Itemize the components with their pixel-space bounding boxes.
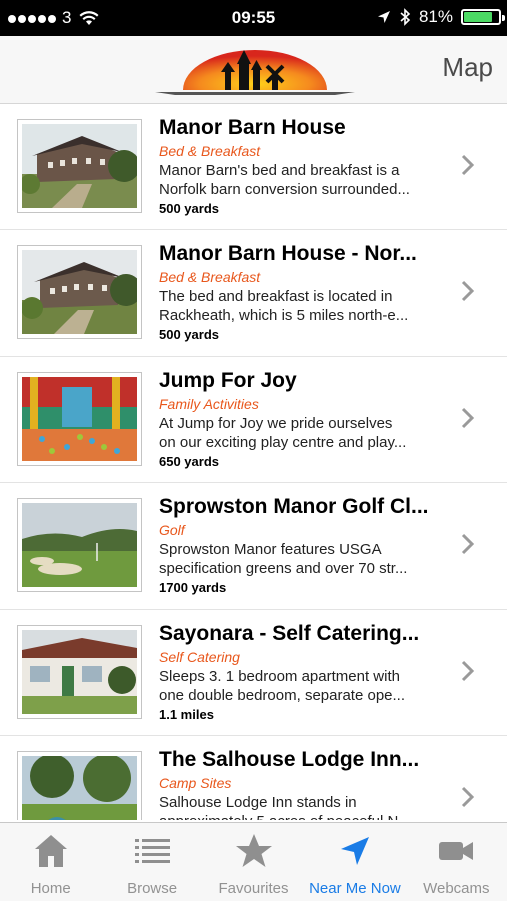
tab-near-me-now[interactable]: Near Me Now [304, 823, 405, 901]
tab-webcams[interactable]: Webcams [406, 823, 507, 901]
chevron-right-icon [461, 786, 475, 808]
listing-category: Self Catering [159, 648, 240, 665]
chevron-right-icon [461, 534, 475, 555]
list-item[interactable]: Manor Barn House Bed & Breakfast Manor B… [0, 104, 507, 231]
status-bar: 3 09:55 81% [0, 0, 507, 36]
chevron-right-icon [461, 407, 475, 428]
battery-icon [461, 9, 505, 25]
listing-description: At Jump for Joy we pride ourselves on our… [159, 414, 407, 451]
star-icon [235, 834, 272, 867]
tab-label: Favourites [218, 880, 289, 897]
listing-title: Manor Barn House [159, 116, 346, 139]
map-button[interactable]: Map [442, 52, 493, 83]
listing-thumbnail [17, 371, 142, 466]
bluetooth-icon [400, 8, 411, 26]
tab-browse[interactable]: Browse [101, 823, 202, 901]
navigation-bar: Map [0, 36, 507, 104]
home-icon [34, 835, 67, 867]
tab-label: Home [30, 880, 71, 897]
listing-title: Sprowston Manor Golf Cl... [159, 495, 429, 519]
listing-description: The bed and breakfast is located in Rackh… [159, 288, 409, 325]
tab-label: Webcams [423, 880, 490, 897]
listing-description: Salhouse Lodge Inn stands inapproximatel… [159, 793, 411, 820]
listing-category: Bed & Breakfast [159, 143, 261, 159]
listing-distance: 1700 yards [159, 580, 227, 596]
listing-distance: 650 yards [159, 453, 219, 469]
location-services-icon [377, 11, 390, 23]
chevron-right-icon [461, 154, 475, 176]
listing-distance: 1.1 miles [159, 706, 214, 722]
listing-distance: 500 yards [159, 201, 219, 216]
tab-bar: Home Browse Favourites Near Me Now Webca… [0, 822, 507, 901]
listing-thumbnail [17, 245, 142, 340]
app-logo [155, 50, 355, 95]
tab-favourites[interactable]: Favourites [203, 823, 304, 901]
tab-label: Browse [127, 880, 178, 897]
chevron-right-icon [461, 281, 475, 302]
listing-title: Jump For Joy [159, 368, 297, 392]
listing-category: Bed & Breakfast [159, 269, 261, 286]
listing-list: Manor Barn House Bed & Breakfast Manor B… [0, 104, 507, 820]
listing-thumbnail [17, 750, 142, 820]
listing-title: Sayonara - Self Catering... [159, 621, 420, 645]
location-arrow-icon [340, 837, 369, 865]
list-item[interactable]: Manor Barn House - Nor... Bed & Breakfas… [0, 230, 507, 357]
tab-label: Near Me Now [309, 880, 401, 897]
chevron-right-icon [461, 660, 475, 681]
list-icon [135, 839, 171, 863]
listing-thumbnail [17, 119, 142, 213]
listing-description: Sprowston Manor features USGA specificati… [159, 541, 408, 578]
listing-title: The Salhouse Lodge Inn... [159, 747, 420, 771]
listing-description: Sleeps 3. 1 bedroom apartment with one do… [159, 667, 406, 704]
battery-percent: 81% [418, 7, 453, 26]
listing-category: Camp Sites [159, 774, 232, 791]
tab-home[interactable]: Home [0, 823, 101, 901]
listing-thumbnail [17, 498, 142, 593]
list-item[interactable]: The Salhouse Lodge Inn... Camp Sites Sal… [0, 736, 507, 820]
listing-category: Family Activities [159, 395, 259, 412]
listing-category: Golf [159, 522, 185, 539]
list-item[interactable]: Sayonara - Self Catering... Self Caterin… [0, 610, 507, 736]
listing-distance: 500 yards [159, 327, 219, 343]
list-item[interactable]: Sprowston Manor Golf Cl... Golf Sprowsto… [0, 483, 507, 610]
listing-title: Manor Barn House - Nor... [159, 242, 417, 266]
listing-thumbnail [17, 624, 142, 719]
listing-description: Manor Barn's bed and breakfast is a Norfo… [159, 162, 410, 198]
video-camera-icon [439, 842, 474, 860]
list-item[interactable]: Jump For Joy Family Activities At Jump f… [0, 357, 507, 484]
